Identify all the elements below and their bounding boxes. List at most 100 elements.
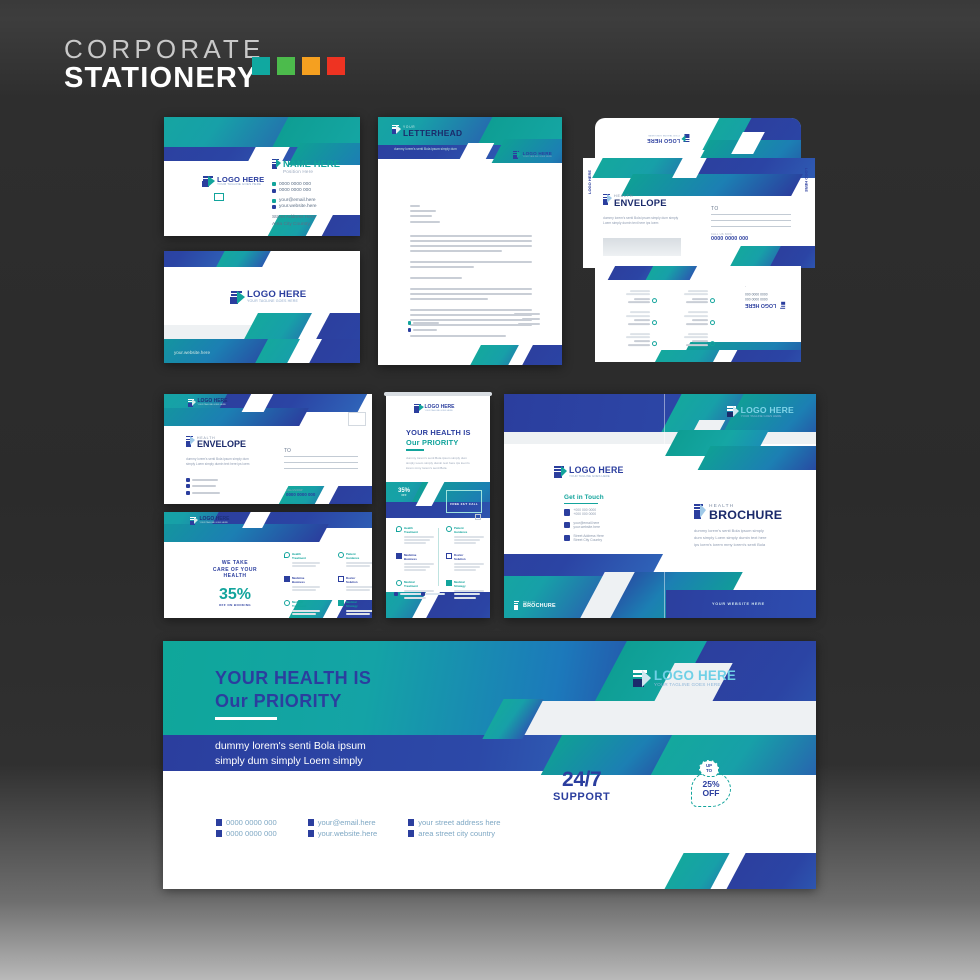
logo-mark-icon [414,404,424,413]
heart-icon [396,526,402,532]
logo-mark-icon [392,125,401,135]
brochure-title: BROCHURE [709,508,783,522]
feature-item: Medical Strategy [338,599,372,615]
banner-subtitle-2: simply dum simply Loem simply [215,755,363,768]
health-discount-card[interactable]: LOGO HERE YOUR TAGLINE GOES HERE WE TAKE… [164,512,372,618]
phone-icon [186,478,190,482]
card-address-1: Street Address Here [272,215,316,221]
card-phone-1: 0000 0000 000 [279,181,312,187]
env-flat-contacts [186,478,221,495]
mobile-icon [272,188,276,193]
banner-subtitle: dummy lorem's senti Bola ipsum simply du… [215,739,366,769]
support-number: 24/7 [562,768,602,791]
rollup-footer [394,592,476,597]
banner-subtitle-1: dummy lorem's senti Bola ipsum [215,740,366,752]
brochure-spread[interactable]: LOGO HERE YOUR TAGLINE GOES HERE LOGO HE… [504,394,816,618]
pill-icon [396,580,402,587]
badge-to: TO [705,767,712,773]
globe-icon [408,327,412,332]
title-line-corporate: CORPORATE [64,34,265,64]
discount-sub: OFF ON BOOKING [218,602,252,607]
contact-group-address: your street address here area street cit… [408,818,501,838]
pin-icon [408,334,411,338]
contact-text: your.website.here [317,829,378,838]
contact-text: your@email.here [317,818,376,827]
logo-mark-icon [554,466,567,478]
phone-icon [408,321,412,325]
logo-tagline: YOUR TAGLINE GOES HERE [424,409,453,412]
headline-line-3: HEALTH [223,573,247,580]
business-card-back[interactable]: LOGO HERE YOUR TAGLINE GOES HERE your.we… [164,251,360,363]
feature-subtitle: Treatment [404,584,418,589]
letterhead-title: LETTERHEAD [403,128,463,138]
letter-recipient-block [410,205,530,223]
swatch-green [277,57,295,75]
pin-icon [186,490,190,495]
letterhead-title-block: YOUR LETTERHEAD [392,125,462,137]
business-card-front[interactable]: LOGO HERE YOUR TAGLINE GOES HERE NAME HE… [164,117,360,236]
card-back-website: your.website.here [174,350,211,355]
rollup-body: dummy lorem's senti Bola ipsum simply du… [406,456,470,471]
doctor-icon [446,553,452,560]
color-swatches [252,57,345,75]
logo-tagline: YOUR TAGLINE GOES HERE [569,473,610,478]
envelope-features [613,290,715,347]
health-card-headline: WE TAKE CARE OF YOUR HEALTH 35% OFF ON B… [192,560,278,607]
logo-mark-icon [632,670,651,687]
support-block: 24/7 SUPPORT [553,769,610,803]
contact-text: your street address here [418,818,501,827]
title-line-stationery: STATIONERY [64,61,258,94]
brochure-get-in-touch-heading: Get in Touch [564,494,604,504]
rollup-title-2: Our PRIORITY [406,437,459,447]
phone-icon [216,819,222,826]
letter-signature [514,313,540,325]
logo-name: LOGO HERE [587,169,592,194]
mail-icon [307,819,314,826]
contact-row: 0000 0000 000 [216,829,277,838]
envelope-diecut[interactable]: LOGO HERE YOUR TAGLINE GOES HERE LOGO HE… [583,118,815,364]
headline-line-1: WE TAKE [221,560,249,566]
badge-off: OFF [702,788,720,798]
envelope-left-flap-logo: LOGO HERE [587,170,592,194]
logo-tagline: YOUR TAGLINE GOES HERE [653,682,721,688]
web-banner[interactable]: YOUR HEALTH IS Our PRIORITY dummy lorem'… [163,641,816,889]
rollup-cta-button[interactable]: FREE 24/7 CALL [446,490,482,513]
logo-name: LOGO HERE [804,167,809,192]
name-logo-icon [272,159,281,169]
phone-icon [564,509,571,516]
logo-tagline: YOUR TAGLINE GOES HERE [522,156,552,159]
contact-row: your.website.here [307,829,378,838]
envelope-flat[interactable]: LOGO HERE YOUR TAGLINE GOES HERE HEALTH … [164,394,372,504]
feature-subtitle: Strategy [454,584,466,589]
brochure-address-2: Street City Country [573,538,603,543]
logo-mark-icon [186,436,195,447]
to-label: TO [711,206,719,212]
logo-mark-icon [230,290,245,304]
logo-tagline: YOUR TAGLINE GOES HERE [247,299,298,303]
contact-text: 0000 0000 000 [226,818,277,827]
feature-subtitle: Solution [454,557,466,562]
feature-subtitle: Treatment [292,603,306,608]
spine-title: BROCHURE [523,603,556,609]
logo-mark-icon [514,601,521,610]
env-flat-logo: LOGO HERE YOUR TAGLINE GOES HERE [188,399,228,407]
letterhead[interactable]: YOUR LETTERHEAD dummy lorem's senti Bola… [378,117,562,365]
feature-item: Patient Guidence [338,552,372,567]
envelope-body-text: dummy lorem's senti Bola ipsum simply du… [603,216,679,226]
pin-icon [408,830,415,837]
chart-icon [338,599,344,606]
logo-tagline: YOUR TAGLINE GOES HERE [217,182,262,187]
rollup-banner[interactable]: LOGO HERE YOUR TAGLINE GOES HERE YOUR HE… [386,396,490,618]
card-logo: LOGO HERE YOUR TAGLINE GOES HERE [202,175,264,187]
logo-mark-icon [202,175,215,187]
rollup-title-1: YOUR HEALTH IS [406,428,471,437]
to-label: TO [284,448,291,454]
feature-subtitle: Guidence [454,530,468,534]
stethoscope-icon [338,552,344,558]
feature-item: Patient Guidence [446,526,488,545]
feature-subtitle: Guidence [346,556,360,560]
banner-rule [215,717,277,721]
logo-tagline: YOUR TAGLINE GOES HERE [740,413,782,418]
feature-item: Medicine Business [396,553,438,572]
env-flat-title: ENVELOPE [197,439,247,449]
